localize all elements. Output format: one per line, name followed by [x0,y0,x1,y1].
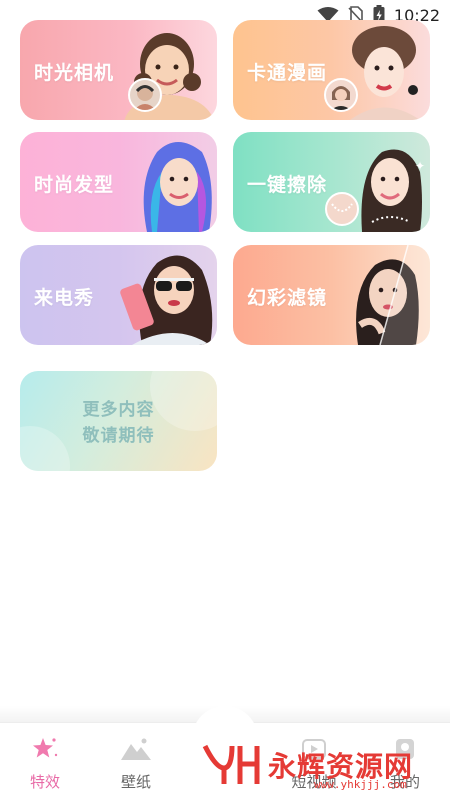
card-label: 时尚发型 [34,174,115,196]
card-time-camera[interactable]: 时光相机 [20,20,217,120]
screen: 10:22 时光相机 卡通漫画 时尚发型 一键擦除 ✦ 来电秀 幻彩滤镜 更多内… [0,0,450,800]
sunglasses-woman-photo [120,255,213,345]
necklace-thumbnail [325,192,359,226]
watermark: 永辉资源网 www.yhkjjj.com [202,740,442,791]
woman-thumbnail [324,78,358,112]
svg-text:✦: ✦ [415,159,425,173]
coming-soon-line1: 更多内容 [82,400,155,420]
yh-logo-icon [202,740,262,790]
card-label: 一键擦除 [247,174,328,196]
card-label: 幻彩滤镜 [247,287,328,309]
nav-item-wallpaper[interactable]: 壁纸 [106,736,166,796]
card-erase[interactable]: 一键擦除 ✦ [233,132,430,232]
card-label: 时光相机 [34,62,115,84]
coming-soon-text: 更多内容 敬请期待 [20,397,217,449]
girl-portrait-photo [124,33,214,120]
card-caller-show[interactable]: 来电秀 [20,245,217,345]
card-hairstyle[interactable]: 时尚发型 [20,132,217,232]
nav-label: 壁纸 [120,773,151,791]
star-icon [31,738,59,766]
watermark-url: www.yhkjjj.com [314,778,407,791]
card-label: 来电秀 [34,287,95,309]
card-color-filter[interactable]: 幻彩滤镜 [233,245,430,345]
filter-woman-photo [356,245,430,345]
card-cartoon[interactable]: 卡通漫画 [233,20,430,120]
nav-label: 特效 [29,773,60,791]
coming-soon-line2: 敬请期待 [82,426,155,446]
colorful-hair-woman-photo [143,142,212,232]
nav-item-effects[interactable]: 特效 [15,736,75,796]
old-woman-thumbnail [128,78,162,112]
card-coming-soon: 更多内容 敬请期待 [20,371,217,471]
mountain-icon [120,738,152,766]
card-label: 卡通漫画 [247,62,328,84]
